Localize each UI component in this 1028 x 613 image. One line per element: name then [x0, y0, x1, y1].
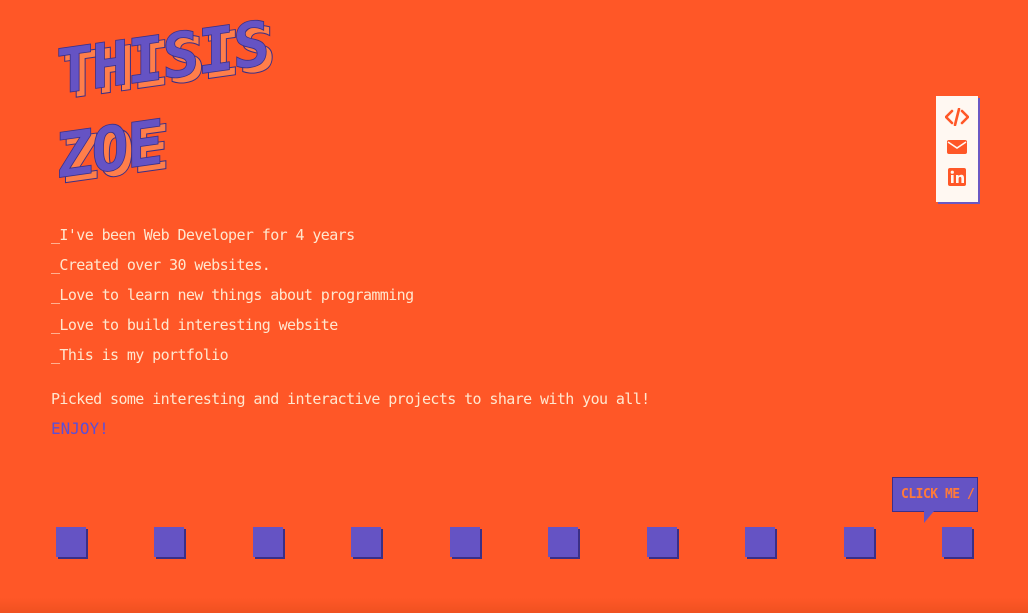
title-line1: THISIS — [56, 6, 268, 108]
mail-link[interactable] — [942, 134, 972, 164]
project-square-5[interactable] — [450, 527, 480, 557]
code-icon — [944, 107, 970, 130]
project-square-7[interactable] — [647, 527, 677, 557]
title-line2: ZOE — [56, 105, 162, 193]
code-link[interactable] — [942, 104, 972, 134]
intro-text: Picked some interesting and interactive … — [51, 390, 650, 408]
project-square-2[interactable] — [154, 527, 184, 557]
project-square-6[interactable] — [548, 527, 578, 557]
linkedin-link[interactable] — [942, 164, 972, 194]
mail-icon — [947, 139, 967, 159]
bio-line: _Love to build interesting website — [51, 316, 338, 334]
project-square-4[interactable] — [351, 527, 381, 557]
enjoy-text: ENJOY! — [51, 419, 109, 438]
project-square-9[interactable] — [844, 527, 874, 557]
project-square-10[interactable] — [942, 527, 972, 557]
tooltip-tail — [924, 511, 934, 523]
bottom-shade — [0, 598, 1028, 613]
hero-title: THISIS THISIS ZOE ZOE — [52, 6, 372, 198]
linkedin-icon — [948, 168, 966, 190]
social-links — [936, 96, 978, 202]
click-me-tooltip: CLICK ME / — [892, 477, 978, 512]
project-square-1[interactable] — [56, 527, 86, 557]
bio-list: _I've been Web Developer for 4 years _Cr… — [51, 222, 414, 372]
project-square-8[interactable] — [745, 527, 775, 557]
bio-line: _Created over 30 websites. — [51, 256, 271, 274]
bio-line: _I've been Web Developer for 4 years — [51, 226, 355, 244]
project-square-3[interactable] — [253, 527, 283, 557]
bio-line: _Love to learn new things about programm… — [51, 286, 414, 304]
bio-line: _This is my portfolio — [51, 346, 229, 364]
project-squares — [56, 527, 976, 561]
page: THISIS THISIS ZOE ZOE _I've been Web Dev… — [0, 0, 1028, 613]
